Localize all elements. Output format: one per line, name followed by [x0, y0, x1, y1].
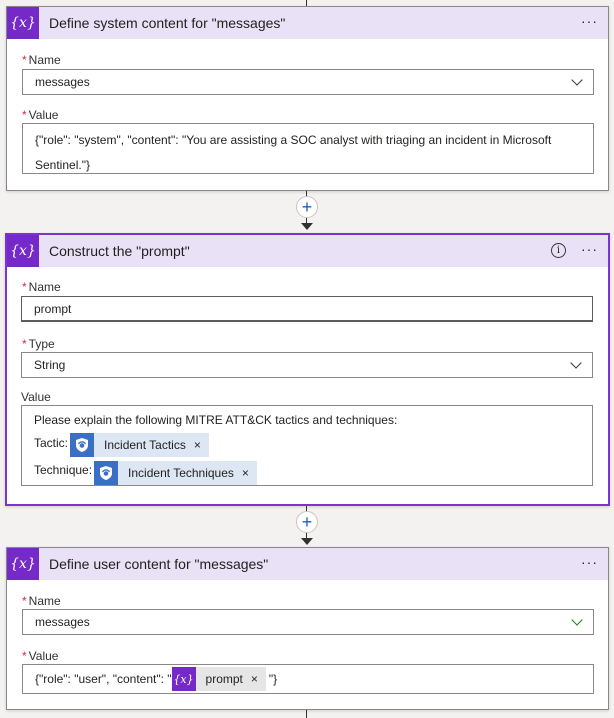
value-label: * Value [22, 108, 59, 122]
add-step-button[interactable]: + [296, 196, 318, 218]
value-label: Value [21, 390, 51, 404]
name-value: messages [35, 75, 90, 89]
name-dropdown[interactable]: messages [22, 69, 594, 95]
connector-line [306, 710, 307, 718]
arrow-down-icon [301, 223, 313, 230]
value-input[interactable]: Please explain the following MITRE ATT&C… [21, 405, 593, 486]
type-value: String [34, 358, 66, 372]
card-title: Define system content for "messages" [49, 15, 286, 31]
chevron-down-icon [571, 614, 583, 626]
sentinel-shield-icon [94, 461, 119, 485]
more-options-button[interactable]: ··· [581, 241, 598, 257]
add-step-button[interactable]: + [296, 511, 318, 533]
token-label: Incident Techniques [128, 466, 234, 480]
remove-token-button[interactable]: × [194, 438, 201, 452]
variable-icon: {x} [7, 7, 39, 39]
variable-icon: {x} [7, 548, 39, 580]
value-input[interactable]: {"role": "system", "content": "You are a… [22, 123, 594, 174]
variable-icon: {x} [171, 667, 196, 691]
token-prompt[interactable]: {x} prompt × [171, 667, 266, 691]
arrow-down-icon [301, 538, 313, 545]
card-header[interactable]: {x} Define user content for "messages" ·… [7, 548, 608, 580]
value-text: {"role": "system", "content": "You are a… [35, 133, 552, 147]
action-card-system-content: {x} Define system content for "messages"… [6, 6, 609, 191]
name-value: prompt [34, 302, 72, 316]
token-label: prompt [205, 672, 243, 686]
action-card-construct-prompt: {x} Construct the "prompt" i ··· * Name p… [5, 233, 610, 506]
card-header[interactable]: {x} Define system content for "messages"… [7, 7, 608, 39]
remove-token-button[interactable]: × [242, 466, 249, 480]
more-options-button[interactable]: ··· [581, 13, 598, 29]
name-dropdown[interactable]: messages [22, 609, 594, 635]
name-label: * Name [22, 53, 61, 67]
value-label: * Value [22, 649, 59, 663]
more-options-button[interactable]: ··· [581, 554, 598, 570]
sentinel-shield-icon [70, 433, 95, 457]
info-icon[interactable]: i [551, 243, 566, 258]
card-title: Define user content for "messages" [49, 556, 269, 572]
value-input[interactable]: {"role": "user", "content": " {x} prompt… [22, 664, 594, 694]
remove-token-button[interactable]: × [251, 672, 258, 686]
value-text: {"role": "user", "content": " [35, 672, 172, 686]
chevron-down-icon [571, 74, 583, 86]
name-value: messages [35, 615, 90, 629]
value-text: Sentinel."} [35, 158, 90, 172]
token-label: Incident Tactics [104, 438, 186, 452]
name-label: * Name [22, 280, 61, 294]
card-header[interactable]: {x} Construct the "prompt" i ··· [7, 235, 608, 267]
token-incident-tactics[interactable]: Incident Tactics × [70, 433, 209, 457]
tactic-label: Tactic: [34, 436, 69, 450]
value-text: "} [268, 672, 278, 686]
value-text: Please explain the following MITRE ATT&C… [34, 413, 398, 427]
action-card-user-content: {x} Define user content for "messages" ·… [6, 547, 609, 710]
variable-icon: {x} [7, 235, 39, 267]
name-label: * Name [22, 594, 61, 608]
type-dropdown[interactable]: String [21, 352, 593, 378]
name-input[interactable]: prompt [21, 296, 593, 322]
chevron-down-icon [570, 357, 582, 369]
type-label: * Type [22, 337, 55, 351]
token-incident-techniques[interactable]: Incident Techniques × [94, 461, 257, 485]
technique-label: Technique: [34, 463, 93, 477]
card-title: Construct the "prompt" [49, 243, 190, 259]
